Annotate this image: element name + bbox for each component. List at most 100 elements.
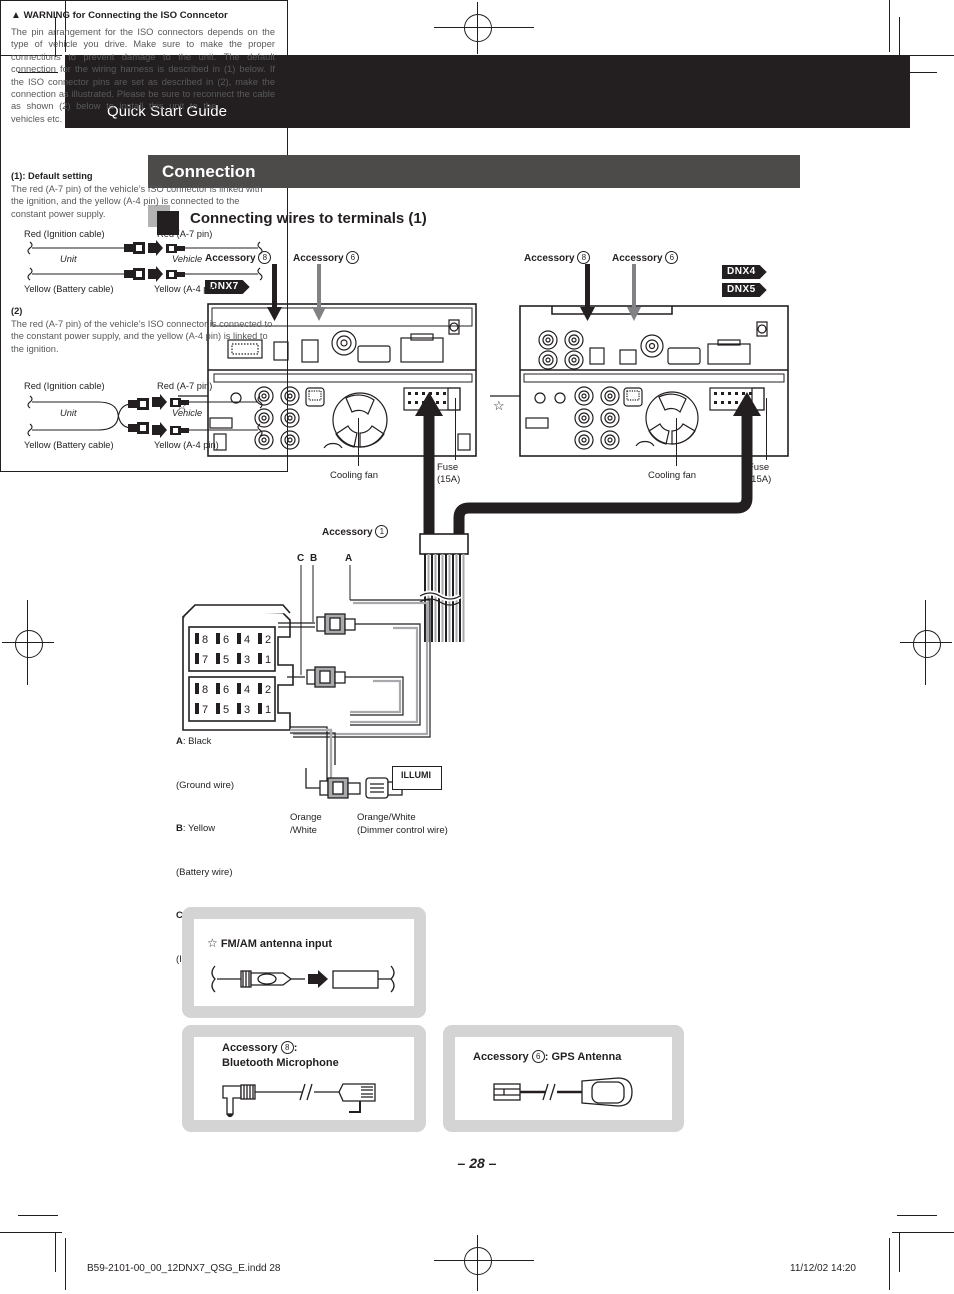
wiring-diagram-crossed: Red (Ignition cable) Red (A-7 pin) Unit …	[24, 380, 266, 452]
star-icon: ☆	[207, 936, 218, 950]
wiring-diagram-default: Red (Ignition cable) Red (A-7 pin) Unit …	[24, 228, 266, 296]
accessory-number-badge: 1	[375, 525, 389, 538]
svg-text:3: 3	[244, 654, 250, 666]
warning-triangle-icon: ▲	[11, 10, 21, 21]
svg-text:Vehicle: Vehicle	[172, 254, 202, 264]
svg-text:Vehicle: Vehicle	[172, 408, 202, 418]
crop-mark	[0, 1232, 62, 1233]
iso-connector-warning-box: ▲ WARNING for Connecting the ISO Conncet…	[0, 0, 288, 472]
accessory-6-label-right: Accessory 6	[612, 251, 679, 264]
svg-text:Red (Ignition cable): Red (Ignition cable)	[24, 229, 105, 239]
crop-mark	[18, 1215, 58, 1216]
gps-antenna-title: Accessory 6: GPS Antenna	[473, 1050, 621, 1063]
accessory-label-text: Accessory	[322, 527, 373, 538]
legend-key-b: B	[176, 823, 183, 834]
pin-label-a: A	[345, 553, 353, 564]
warning-title-text: WARNING for Connecting the ISO Conncetor	[23, 10, 228, 21]
print-file-info: B59-2101-00_00_12DNX7_QSG_E.indd 28	[87, 1263, 281, 1274]
illumi-connectors	[300, 762, 480, 812]
svg-text:Unit: Unit	[60, 408, 77, 418]
crop-mark	[889, 1238, 890, 1290]
crop-mark	[899, 1232, 900, 1272]
svg-text:Red (A-7 pin): Red (A-7 pin)	[157, 381, 212, 391]
harness-cable-routing	[410, 390, 770, 542]
orange-white-label-line2: /White	[290, 825, 317, 836]
crop-mark	[899, 17, 900, 57]
accessory-number-badge: 8	[577, 251, 591, 264]
svg-text:Yellow (Battery cable): Yellow (Battery cable)	[24, 440, 114, 450]
print-time-info: 11/12/02 14:20	[790, 1263, 856, 1274]
svg-text:3: 3	[244, 704, 250, 716]
svg-text:Red (Ignition cable): Red (Ignition cable)	[24, 381, 105, 391]
accessory-label-text: Accessory	[612, 253, 663, 264]
legend-detail-b: (Battery wire)	[176, 866, 233, 878]
accessory-label-text: Accessory	[524, 253, 575, 264]
svg-text:1: 1	[265, 704, 271, 716]
microphone-illustration	[215, 1078, 395, 1120]
microphone-title-line2: Bluetooth Microphone	[222, 1057, 339, 1069]
crop-mark	[65, 1238, 66, 1290]
registration-target-icon	[464, 1247, 492, 1275]
case1-heading: (1): Default setting	[11, 171, 93, 181]
warning-title: ▲ WARNING for Connecting the ISO Conncet…	[11, 10, 228, 21]
crop-mark	[889, 0, 890, 52]
legend-key-a: A	[176, 736, 183, 747]
accessory-label-text: Accessory	[293, 253, 344, 264]
accessory-label-text: Accessory	[222, 1042, 278, 1054]
legend-detail-a: (Ground wire)	[176, 779, 235, 791]
svg-text:Yellow (A-4 pin): Yellow (A-4 pin)	[154, 440, 219, 450]
svg-text:5: 5	[223, 654, 229, 666]
svg-text:4: 4	[244, 684, 250, 696]
warning-body-tail: vehicles etc.	[11, 113, 63, 124]
gps-antenna-title-suffix: : GPS Antenna	[544, 1051, 622, 1063]
crop-mark	[892, 1232, 954, 1233]
svg-text:Yellow (A-4 pin): Yellow (A-4 pin)	[154, 284, 219, 294]
accessory-number-badge: 8	[280, 1041, 294, 1054]
case1-text: The red (A-7 pin) of the vehicle’s ISO c…	[11, 184, 263, 219]
legend-name-a: : Black	[182, 736, 212, 747]
svg-text:1: 1	[265, 654, 271, 666]
pin-label-b: B	[310, 553, 318, 564]
legend-name-b: : Yellow	[182, 823, 216, 834]
accessory-number-badge: 6	[346, 251, 360, 264]
microphone-title-line1: Accessory 8:	[222, 1041, 297, 1054]
accessory-label-text: Accessory	[473, 1051, 529, 1063]
accessory-8-label-right: Accessory 8	[524, 251, 591, 264]
svg-text:7: 7	[202, 654, 208, 666]
badge-dnx4: DNX4	[722, 265, 767, 279]
svg-text:8: 8	[202, 634, 208, 646]
registration-target-icon	[913, 630, 941, 658]
accessory-number-badge: 6	[665, 251, 679, 264]
svg-text:6: 6	[223, 684, 229, 696]
svg-text:8: 8	[202, 684, 208, 696]
pin-label-c: C	[297, 553, 305, 564]
case2-heading: (2)	[11, 306, 23, 316]
accessory-8-arrow-right	[578, 264, 600, 322]
case2-text: The red (A-7 pin) of the vehicle’s ISO c…	[11, 319, 273, 354]
accessory-6-label-left: Accessory 6	[293, 251, 360, 264]
page-number: – 28 –	[457, 1155, 497, 1171]
orange-white-label-line1: Orange	[290, 812, 322, 823]
microphone-title-colon: :	[293, 1042, 298, 1054]
accessory-6-arrow-right	[625, 264, 647, 322]
crop-mark	[55, 1232, 56, 1272]
cooling-fan-leader-left	[358, 418, 359, 466]
svg-text:4: 4	[244, 634, 250, 646]
fmam-antenna-illustration	[205, 962, 400, 1000]
fmam-antenna-title: ☆ FM/AM antenna input	[207, 936, 332, 950]
svg-text:2: 2	[265, 634, 271, 646]
accessory-1-label: Accessory 1	[322, 525, 389, 538]
accessory-6-arrow-left	[310, 264, 332, 322]
badge-dnx5: DNX5	[722, 283, 767, 297]
illumi-label: ILLUMI	[401, 770, 431, 780]
svg-text:Unit: Unit	[60, 254, 77, 264]
registration-target-icon	[15, 630, 43, 658]
svg-text:2: 2	[265, 684, 271, 696]
warning-body-text: The pin arrangement for the ISO connecto…	[11, 27, 275, 112]
svg-text:Yellow (Battery cable): Yellow (Battery cable)	[24, 284, 114, 294]
fmam-antenna-title-text: FM/AM antenna input	[220, 938, 333, 950]
accessory-number-badge: 6	[531, 1050, 545, 1063]
svg-text:Red (A-7 pin): Red (A-7 pin)	[157, 229, 212, 239]
cooling-fan-label-left: Cooling fan	[330, 470, 379, 481]
warning-body-bold: Volkswagen	[221, 101, 275, 112]
